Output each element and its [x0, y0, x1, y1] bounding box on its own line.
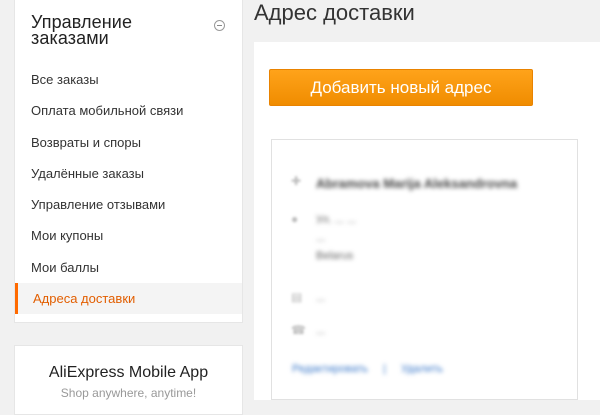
user-icon: ✚: [291, 174, 302, 188]
add-address-button[interactable]: Добавить новый адрес: [269, 69, 533, 106]
edit-address-link[interactable]: Редактировать: [292, 363, 368, 375]
address-line-1: Ул. ... ...: [316, 214, 357, 226]
sidebar-title: Управление заказами: [31, 12, 133, 48]
link-separator: |: [383, 363, 386, 375]
address-zip: ...: [316, 292, 326, 304]
app-card-title: AliExpress Mobile App: [48, 364, 209, 381]
sidebar-item-feedback[interactable]: Управление отзывами: [15, 189, 242, 220]
sidebar-item-all-orders[interactable]: Все заказы: [15, 64, 242, 95]
address-line-2: ...: [316, 232, 326, 244]
delete-address-link[interactable]: Удалить: [401, 363, 443, 375]
location-pin-icon: ●: [291, 212, 299, 226]
zip-icon: ▤: [291, 290, 303, 304]
sidebar-item-deleted-orders[interactable]: Удалённые заказы: [15, 158, 242, 189]
sidebar-header: Управление заказами: [15, 0, 242, 64]
collapse-icon[interactable]: [214, 20, 225, 31]
sidebar-item-points[interactable]: Мои баллы: [15, 252, 242, 283]
sidebar-item-mobile-payment[interactable]: Оплата мобильной связи: [15, 95, 242, 126]
sidebar-item-coupons[interactable]: Мои купоны: [15, 220, 242, 251]
main-panel: Добавить новый адрес ✚ Abramova Marija A…: [254, 42, 600, 400]
app-card-subtitle: Shop anywhere, anytime!: [60, 386, 197, 400]
phone-icon: ☎: [291, 323, 306, 337]
sidebar-item-shipping-addresses[interactable]: Адреса доставки: [15, 283, 242, 315]
address-card: ✚ Abramova Marija Aleksandrovna ● Ул. ..…: [271, 139, 578, 400]
sidebar-nav: Все заказы Оплата мобильной связи Возвра…: [15, 64, 242, 315]
mobile-app-card[interactable]: AliExpress Mobile App Shop anywhere, any…: [14, 345, 243, 415]
sidebar-item-returns-disputes[interactable]: Возвраты и споры: [15, 127, 242, 158]
sidebar: Управление заказами Все заказы Оплата мо…: [14, 0, 243, 323]
address-phone: ...: [316, 325, 326, 337]
page-title: Адрес доставки: [254, 0, 415, 25]
address-name: Abramova Marija Aleksandrovna: [316, 176, 518, 191]
address-actions: Редактировать | Удалить: [292, 363, 455, 375]
address-line-3: Belarus: [316, 250, 354, 262]
